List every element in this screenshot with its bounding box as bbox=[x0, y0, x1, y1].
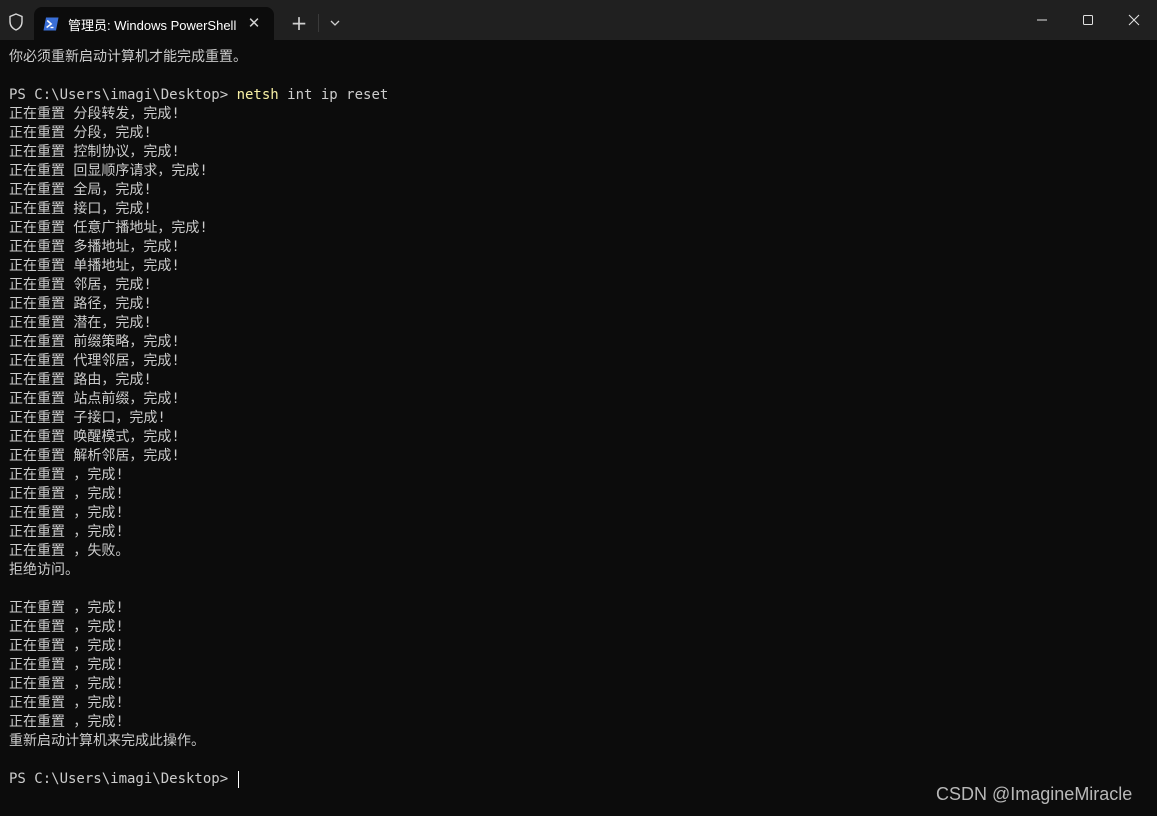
terminal-output[interactable]: 你必须重新启动计算机才能完成重置。 PS C:\Users\imagi\Deskt… bbox=[0, 40, 1157, 816]
output-line: 正在重置 全局，完成! bbox=[9, 182, 152, 198]
output-line: 正在重置 路由，完成! bbox=[9, 372, 152, 388]
output-line: 正在重置 分段，完成! bbox=[9, 125, 152, 141]
output-line: 正在重置 任意广播地址，完成! bbox=[9, 220, 208, 236]
prompt-line: PS C:\Users\imagi\Desktop> netsh int ip … bbox=[9, 86, 1157, 105]
output-line: 正在重置 ，完成! bbox=[9, 619, 124, 635]
output-line: 正在重置 ，完成! bbox=[9, 695, 124, 711]
output-line: 正在重置 唤醒模式，完成! bbox=[9, 429, 180, 445]
output-line: 正在重置 ，完成! bbox=[9, 600, 124, 616]
output-line: 正在重置 子接口，完成! bbox=[9, 410, 166, 426]
prompt: PS C:\Users\imagi\Desktop> bbox=[9, 87, 237, 103]
chevron-down-icon[interactable] bbox=[324, 12, 346, 34]
output-line: 重新启动计算机来完成此操作。 bbox=[9, 733, 205, 749]
output-line: 正在重置 站点前缀，完成! bbox=[9, 391, 180, 407]
tab-separator bbox=[318, 14, 319, 32]
powershell-icon bbox=[43, 16, 59, 32]
close-button[interactable] bbox=[1111, 0, 1157, 40]
output-line: 正在重置 ，失败。 bbox=[9, 543, 130, 559]
admin-shield-icon bbox=[6, 12, 26, 32]
minimize-icon bbox=[1037, 19, 1047, 21]
output-line: 正在重置 潜在，完成! bbox=[9, 315, 152, 331]
output-line: 正在重置 ，完成! bbox=[9, 486, 124, 502]
text-cursor bbox=[237, 770, 239, 788]
output-line: 正在重置 回显顺序请求，完成! bbox=[9, 163, 208, 179]
output-line: 正在重置 ，完成! bbox=[9, 638, 124, 654]
output-line: 正在重置 多播地址，完成! bbox=[9, 239, 180, 255]
output-line: 正在重置 ，完成! bbox=[9, 467, 124, 483]
output-line: 正在重置 邻居，完成! bbox=[9, 277, 152, 293]
tab-powershell[interactable]: 管理员: Windows PowerShell ✕ bbox=[34, 7, 274, 40]
output-line: 正在重置 ，完成! bbox=[9, 524, 124, 540]
watermark: CSDN @ImagineMiracle bbox=[936, 784, 1133, 804]
output-line: 正在重置 ，完成! bbox=[9, 657, 124, 673]
terminal-window: 管理员: Windows PowerShell ✕ + 你必须重新启动计算机才能… bbox=[0, 0, 1157, 816]
output-line: 正在重置 控制协议，完成! bbox=[9, 144, 180, 160]
output-line: 你必须重新启动计算机才能完成重置。 bbox=[9, 49, 247, 65]
output-line: 正在重置 ，完成! bbox=[9, 505, 124, 521]
output-line: 正在重置 ，完成! bbox=[9, 676, 124, 692]
output-line: 正在重置 单播地址，完成! bbox=[9, 258, 180, 274]
output-line: 正在重置 ，完成! bbox=[9, 714, 124, 730]
output-line: 正在重置 代理邻居，完成! bbox=[9, 353, 180, 369]
output-line: 正在重置 解析邻居，完成! bbox=[9, 448, 180, 464]
title-bar: 管理员: Windows PowerShell ✕ + bbox=[0, 0, 1157, 40]
tab-close-icon[interactable]: ✕ bbox=[244, 13, 264, 33]
output-line: 正在重置 路径，完成! bbox=[9, 296, 152, 312]
output-line: 正在重置 接口，完成! bbox=[9, 201, 152, 217]
maximize-icon bbox=[1083, 15, 1093, 25]
new-tab-button[interactable]: + bbox=[287, 11, 311, 35]
tab-title: 管理员: Windows PowerShell bbox=[68, 18, 237, 33]
output-line: 拒绝访问。 bbox=[9, 562, 79, 578]
output-line: 正在重置 分段转发，完成! bbox=[9, 106, 180, 122]
command-args: int ip reset bbox=[278, 87, 389, 103]
close-icon bbox=[1128, 14, 1140, 26]
prompt: PS C:\Users\imagi\Desktop> bbox=[9, 771, 237, 787]
command-name: netsh bbox=[236, 87, 279, 103]
maximize-button[interactable] bbox=[1065, 0, 1111, 40]
minimize-button[interactable] bbox=[1019, 0, 1065, 40]
output-line: 正在重置 前缀策略，完成! bbox=[9, 334, 180, 350]
